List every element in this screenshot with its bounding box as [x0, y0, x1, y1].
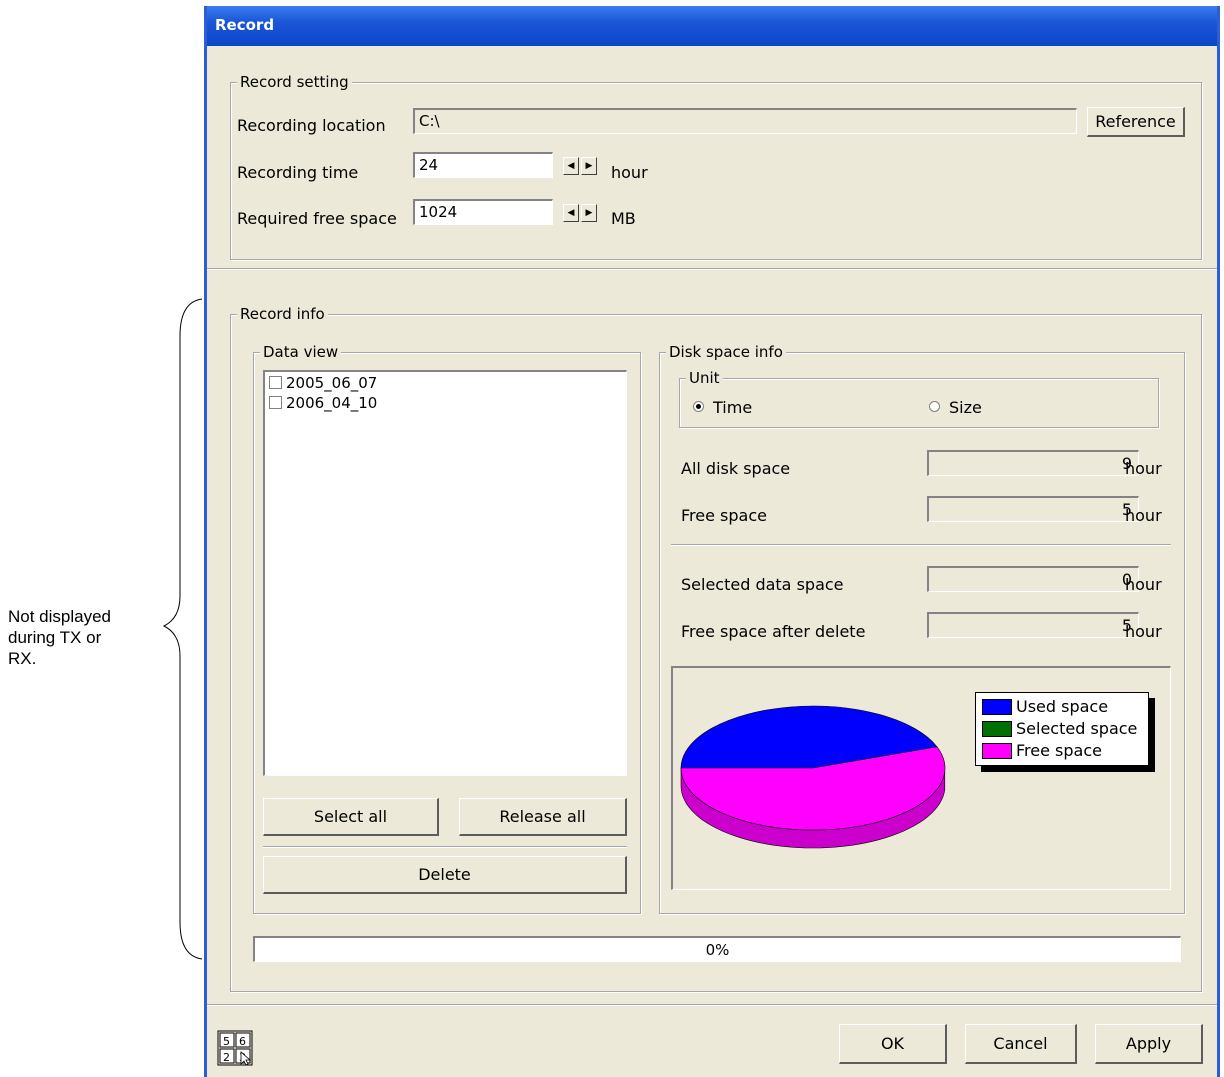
legend-swatch [982, 721, 1012, 737]
required-free-space-value: 1024 [419, 203, 458, 221]
record-setting-legend: Record setting [237, 73, 352, 91]
numeric-keypad-icon[interactable]: 5 6 2 3 [217, 1030, 253, 1066]
all-disk-space-field: 9 [927, 450, 1139, 476]
recording-location-value: C:\ [419, 112, 440, 130]
recording-time-value: 24 [419, 156, 439, 174]
unit-label: hour [1125, 622, 1162, 641]
size-radio-label[interactable]: Size [949, 398, 982, 417]
delete-button[interactable]: Delete [263, 856, 627, 894]
selected-data-space-field: 0 [927, 566, 1139, 592]
recording-time-unit: hour [611, 163, 648, 182]
recording-time-input[interactable]: 24 [413, 152, 553, 178]
window-title: Record [215, 16, 275, 34]
title-bar[interactable]: Record [207, 6, 1217, 46]
required-free-space-label: Required free space [237, 209, 397, 228]
legend-label: Used space [1016, 697, 1109, 716]
time-increment-button[interactable]: ▶ [581, 157, 597, 175]
recording-location-label: Recording location [237, 116, 386, 135]
data-view-legend: Data view [260, 343, 342, 361]
unit-label: hour [1125, 506, 1162, 525]
selected-data-space-label: Selected data space [681, 575, 844, 594]
required-free-space-input[interactable]: 1024 [413, 199, 553, 225]
free-after-delete-label: Free space after delete [681, 622, 866, 641]
disk-info-divider [671, 544, 1171, 546]
recording-location-field: C:\ [413, 108, 1077, 134]
annotation-text: Not displayed during TX or RX. [8, 606, 111, 669]
disk-usage-chart-panel: Used space Selected space Free space [671, 666, 1171, 890]
data-list[interactable]: 2005_06_07 2006_04_10 [263, 370, 627, 776]
time-radio[interactable] [693, 401, 704, 412]
disk-space-info-legend: Disk space info [666, 343, 786, 361]
annotation-line: RX. [8, 649, 37, 668]
checkbox[interactable] [269, 396, 282, 409]
svg-text:6: 6 [239, 1035, 246, 1048]
list-item[interactable]: 2005_06_07 [269, 374, 377, 392]
progress-bar: 0% [253, 936, 1181, 962]
checkbox[interactable] [269, 376, 282, 389]
size-radio[interactable] [929, 401, 940, 412]
select-all-button[interactable]: Select all [263, 798, 439, 836]
reference-button[interactable]: Reference [1087, 107, 1185, 137]
list-item[interactable]: 2006_04_10 [269, 394, 377, 412]
legend-swatch [982, 743, 1012, 759]
time-decrement-button[interactable]: ◀ [563, 157, 579, 175]
free-space-decrement-button[interactable]: ◀ [563, 204, 579, 222]
annotation-line: Not displayed [8, 607, 112, 626]
footer-divider [207, 1004, 1217, 1006]
free-space-field: 5 [927, 496, 1139, 522]
record-window: Record Record setting Recording location… [204, 6, 1220, 1077]
unit-legend: Unit [686, 369, 723, 387]
time-radio-label[interactable]: Time [713, 398, 752, 417]
record-info-legend: Record info [237, 305, 328, 323]
legend-swatch [982, 699, 1012, 715]
chart-legend: Used space Selected space Free space [975, 692, 1149, 766]
all-disk-space-label: All disk space [681, 459, 791, 478]
free-space-increment-button[interactable]: ▶ [581, 204, 597, 222]
apply-button[interactable]: Apply [1095, 1024, 1203, 1064]
recording-time-label: Recording time [237, 163, 359, 182]
annotation-line: during TX or [8, 628, 102, 647]
cancel-button[interactable]: Cancel [965, 1024, 1077, 1064]
unit-label: hour [1125, 575, 1162, 594]
list-item-label: 2005_06_07 [286, 374, 378, 392]
data-view-divider [263, 846, 627, 848]
annotation-brace [162, 298, 203, 960]
svg-text:5: 5 [223, 1035, 230, 1048]
svg-text:2: 2 [223, 1051, 230, 1064]
list-item-label: 2006_04_10 [286, 394, 378, 412]
legend-label: Free space [1016, 741, 1102, 760]
free-after-delete-field: 5 [927, 612, 1139, 638]
release-all-button[interactable]: Release all [459, 798, 627, 836]
unit-label: hour [1125, 459, 1162, 478]
free-space-label: Free space [681, 506, 767, 525]
ok-button[interactable]: OK [839, 1024, 947, 1064]
progress-text: 0% [705, 941, 730, 959]
required-free-space-unit: MB [611, 209, 636, 228]
legend-label: Selected space [1016, 719, 1138, 738]
section-divider [207, 268, 1217, 270]
